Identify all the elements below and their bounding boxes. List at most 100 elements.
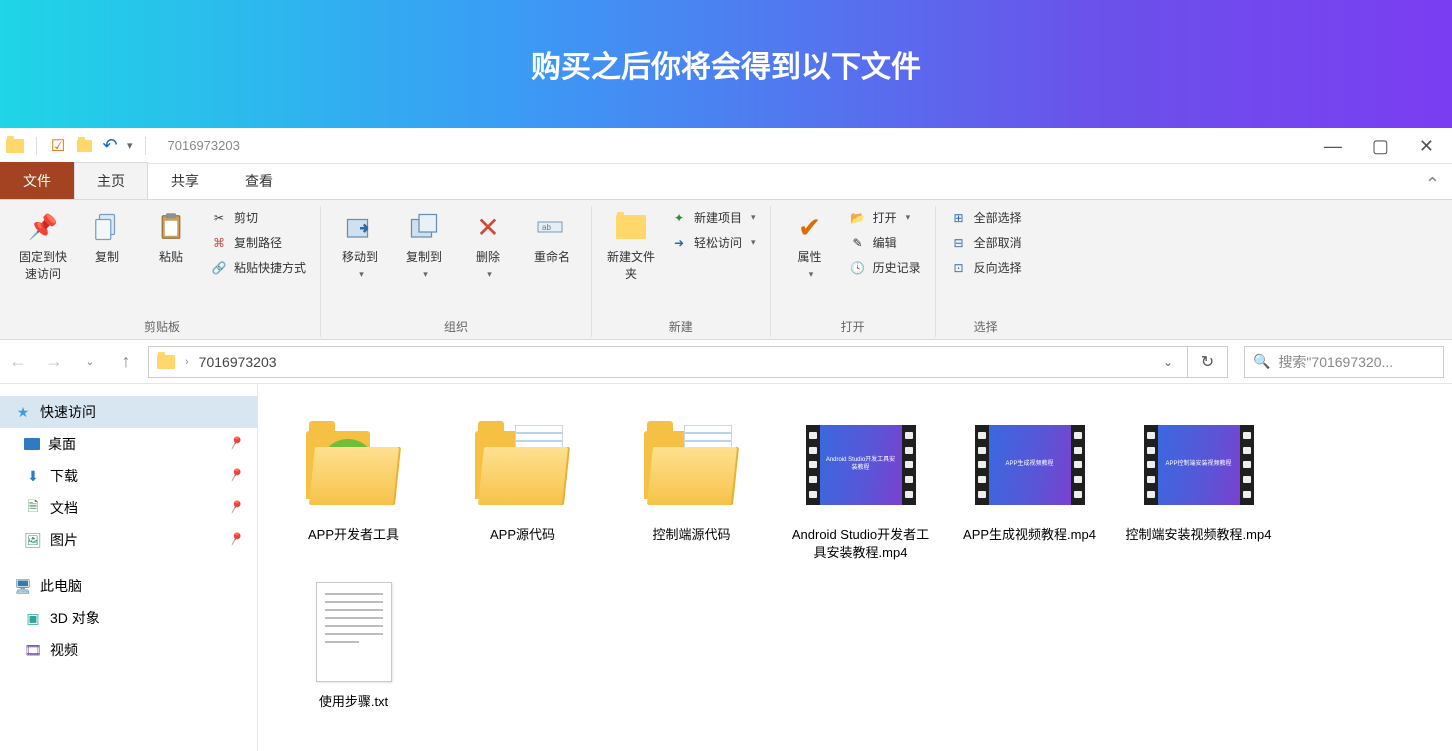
label: 桌面: [48, 434, 76, 454]
address-bar[interactable]: › 7016973203 ⌄: [148, 346, 1188, 378]
star-icon: ★: [14, 403, 32, 421]
desktop-icon: [24, 438, 40, 450]
easy-access-button[interactable]: ➜轻松访问: [666, 231, 760, 254]
move-to-button[interactable]: 移动到: [331, 206, 389, 284]
file-name: 控制端源代码: [652, 526, 730, 544]
video-icon: 🎞: [24, 641, 42, 659]
text-file-icon: [316, 582, 392, 682]
file-item-video[interactable]: APP控制端安装视频教程 控制端安装视频教程.mp4: [1121, 406, 1276, 565]
file-item-video[interactable]: APP生成视频教程 APP生成视频教程.mp4: [952, 406, 1107, 565]
group-new: 新建文件夹 ✦新建项目 ➜轻松访问 新建: [592, 206, 771, 337]
checkmark-icon: ✔: [793, 210, 827, 244]
maximize-button[interactable]: ▢: [1372, 137, 1389, 155]
file-name: 使用步骤.txt: [319, 693, 388, 711]
pin-icon: 📍: [224, 465, 246, 487]
history-icon: 🕓: [849, 260, 867, 276]
promo-banner: 购买之后你将会得到以下文件: [0, 0, 1452, 128]
file-item-folder[interactable]: APP开发者工具: [276, 406, 431, 565]
select-all-button[interactable]: ⊞全部选择: [946, 206, 1026, 229]
search-input[interactable]: 🔍 搜索"701697320...: [1244, 346, 1444, 378]
copy-button[interactable]: 复制: [78, 206, 136, 269]
back-button[interactable]: ←: [4, 348, 32, 376]
tab-view[interactable]: 查看: [222, 162, 296, 199]
history-button[interactable]: 🕓 历史记录: [845, 256, 925, 279]
group-open: ✔ 属性 📂打开 ✎编辑 🕓历史记录 打开: [771, 206, 936, 337]
tab-home[interactable]: 主页: [74, 162, 148, 199]
select-none-button[interactable]: ⊟全部取消: [946, 231, 1026, 254]
label: 剪切: [234, 209, 258, 226]
nav-row: ← → ⌄ ↑ › 7016973203 ⌄ ↻ 🔍 搜索"701697320.…: [0, 340, 1452, 384]
group-label: 组织: [331, 314, 581, 337]
qat-dropdown-icon[interactable]: ▾: [127, 139, 133, 152]
file-name: APP源代码: [490, 526, 555, 544]
sidebar-this-pc[interactable]: 🖥 此电脑: [0, 570, 257, 602]
title-bar: ☑ ↶ ▾ 7016973203 — ▢ ✕: [0, 128, 1452, 164]
label: 重命名: [534, 248, 570, 265]
edit-button[interactable]: ✎编辑: [845, 231, 925, 254]
edit-icon: ✎: [849, 235, 867, 251]
refresh-button[interactable]: ↻: [1188, 346, 1228, 378]
sidebar-desktop[interactable]: 桌面📍: [0, 428, 257, 460]
label: 全部选择: [974, 209, 1022, 226]
up-button[interactable]: ↑: [112, 348, 140, 376]
minimize-button[interactable]: —: [1324, 137, 1342, 155]
forward-button[interactable]: →: [40, 348, 68, 376]
file-item-folder[interactable]: APP源代码: [445, 406, 600, 565]
cut-button[interactable]: ✂ 剪切: [206, 206, 310, 229]
ribbon: 📌 固定到快速访问 复制 粘贴 ✂剪切 ⌘复制路径 🔗粘贴快捷方式 剪贴板: [0, 200, 1452, 340]
copy-to-button[interactable]: 复制到: [395, 206, 453, 284]
close-button[interactable]: ✕: [1419, 137, 1434, 155]
copyto-icon: [407, 210, 441, 244]
label: 历史记录: [873, 259, 921, 276]
invert-selection-button[interactable]: ⊡反向选择: [946, 256, 1026, 279]
tab-share[interactable]: 共享: [148, 162, 222, 199]
rename-button[interactable]: ab 重命名: [523, 206, 581, 269]
document-icon: 🗎: [24, 499, 42, 517]
copy-path-button[interactable]: ⌘复制路径: [206, 231, 310, 254]
label: 反向选择: [974, 259, 1022, 276]
tab-file[interactable]: 文件: [0, 162, 74, 199]
undo-icon[interactable]: ↶: [101, 137, 119, 155]
new-folder-button[interactable]: 新建文件夹: [602, 206, 660, 286]
folder-small-icon[interactable]: [75, 137, 93, 155]
scissors-icon: ✂: [210, 210, 228, 226]
file-item-txt[interactable]: 使用步骤.txt: [276, 573, 431, 715]
sidebar-videos[interactable]: 🎞 视频: [0, 634, 257, 666]
paste-shortcut-button[interactable]: 🔗粘贴快捷方式: [206, 256, 310, 279]
folder-icon: [644, 425, 740, 505]
paste-button[interactable]: 粘贴: [142, 206, 200, 269]
sidebar-downloads[interactable]: ⬇ 下载📍: [0, 460, 257, 492]
file-item-video[interactable]: Android Studio开发工具安装教程 Android Studio开发者…: [783, 406, 938, 565]
file-item-folder[interactable]: 控制端源代码: [614, 406, 769, 565]
delete-button[interactable]: ✕ 删除: [459, 206, 517, 284]
sidebar-quick-access[interactable]: ★ 快速访问: [0, 396, 257, 428]
chevron-icon[interactable]: ›: [185, 356, 189, 368]
ribbon-collapse-icon[interactable]: ⌃: [1413, 170, 1452, 199]
breadcrumb-current[interactable]: 7016973203: [199, 354, 277, 370]
new-item-button[interactable]: ✦新建项目: [666, 206, 760, 229]
recent-dropdown[interactable]: ⌄: [76, 348, 104, 376]
properties-button[interactable]: ✔ 属性: [781, 206, 839, 284]
address-dropdown-icon[interactable]: ⌄: [1157, 355, 1179, 369]
folder-icon: [157, 353, 175, 371]
label: 此电脑: [40, 576, 82, 596]
main-area: ★ 快速访问 桌面📍 ⬇ 下载📍 🗎 文档📍 🖼 图片📍 🖥 此电脑 ▣ 3D …: [0, 384, 1452, 751]
label: 图片: [50, 530, 78, 550]
sidebar-documents[interactable]: 🗎 文档📍: [0, 492, 257, 524]
label: 3D 对象: [50, 608, 100, 628]
folder-icon: [475, 425, 571, 505]
easy-access-icon: ➜: [670, 235, 688, 251]
file-grid: APP开发者工具 APP源代码 控制端源代码 Android Studio开发工…: [258, 384, 1452, 751]
file-name: Android Studio开发者工具安装教程.mp4: [787, 526, 934, 561]
sidebar-3d-objects[interactable]: ▣ 3D 对象: [0, 602, 257, 634]
pin-quick-access-button[interactable]: 📌 固定到快速访问: [14, 206, 72, 286]
file-name: APP生成视频教程.mp4: [963, 526, 1096, 544]
file-name: 控制端安装视频教程.mp4: [1126, 526, 1272, 544]
group-label: 选择: [946, 314, 1026, 337]
folder-android-icon: [306, 425, 402, 505]
label: 复制到: [406, 248, 442, 265]
open-button[interactable]: 📂打开: [845, 206, 925, 229]
sidebar-pictures[interactable]: 🖼 图片📍: [0, 524, 257, 556]
checkbox-icon[interactable]: ☑: [49, 137, 67, 155]
shortcut-icon: 🔗: [210, 260, 228, 276]
